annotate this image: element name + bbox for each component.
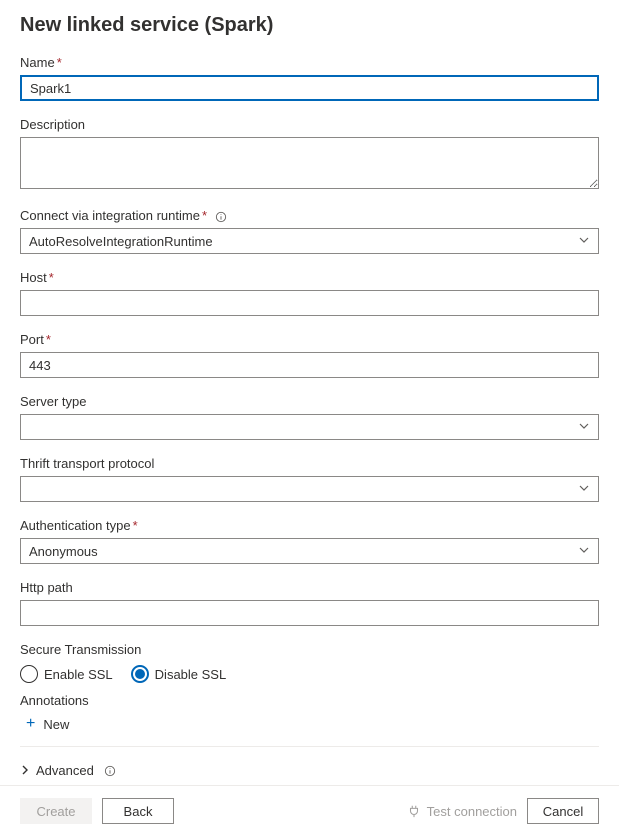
required-marker: * bbox=[133, 518, 138, 533]
port-label: Port* bbox=[20, 332, 599, 347]
back-button[interactable]: Back bbox=[102, 798, 174, 824]
cancel-button[interactable]: Cancel bbox=[527, 798, 599, 824]
required-marker: * bbox=[46, 332, 51, 347]
advanced-label: Advanced bbox=[36, 763, 94, 778]
authtype-select[interactable]: Anonymous bbox=[20, 538, 599, 564]
divider bbox=[20, 746, 599, 747]
chevron-down-icon bbox=[578, 234, 590, 249]
advanced-toggle[interactable]: Advanced bbox=[20, 763, 116, 778]
runtime-select-value: AutoResolveIntegrationRuntime bbox=[29, 234, 213, 249]
chevron-down-icon bbox=[578, 482, 590, 497]
port-label-text: Port bbox=[20, 332, 44, 347]
authtype-select-value: Anonymous bbox=[29, 544, 98, 559]
required-marker: * bbox=[49, 270, 54, 285]
create-button: Create bbox=[20, 798, 92, 824]
description-textarea[interactable] bbox=[20, 137, 599, 189]
radio-icon-selected bbox=[131, 665, 149, 683]
httppath-label: Http path bbox=[20, 580, 599, 595]
test-connection-label: Test connection bbox=[427, 804, 517, 819]
host-label-text: Host bbox=[20, 270, 47, 285]
info-icon[interactable] bbox=[215, 211, 227, 223]
httppath-input[interactable] bbox=[20, 600, 599, 626]
servertype-select[interactable] bbox=[20, 414, 599, 440]
authtype-label-text: Authentication type bbox=[20, 518, 131, 533]
servertype-label: Server type bbox=[20, 394, 599, 409]
name-label: Name* bbox=[20, 55, 599, 70]
footer: Create Back Test connection Cancel bbox=[0, 785, 619, 836]
add-annotation-text: New bbox=[43, 717, 69, 732]
required-marker: * bbox=[202, 208, 207, 223]
name-input[interactable] bbox=[20, 75, 599, 101]
secure-label: Secure Transmission bbox=[20, 642, 599, 657]
thrift-label: Thrift transport protocol bbox=[20, 456, 599, 471]
caret-right-icon bbox=[20, 763, 30, 778]
host-label: Host* bbox=[20, 270, 599, 285]
annotations-label: Annotations bbox=[20, 693, 599, 708]
runtime-label: Connect via integration runtime* bbox=[20, 208, 599, 223]
enable-ssl-label: Enable SSL bbox=[44, 667, 113, 682]
plug-icon bbox=[407, 804, 421, 818]
test-connection-button: Test connection bbox=[407, 804, 517, 819]
name-label-text: Name bbox=[20, 55, 55, 70]
info-icon[interactable] bbox=[104, 765, 116, 777]
thrift-select[interactable] bbox=[20, 476, 599, 502]
radio-icon bbox=[20, 665, 38, 683]
runtime-label-text: Connect via integration runtime bbox=[20, 208, 200, 223]
plus-icon: + bbox=[26, 716, 35, 732]
host-input[interactable] bbox=[20, 290, 599, 316]
enable-ssl-radio[interactable]: Enable SSL bbox=[20, 665, 113, 683]
authtype-label: Authentication type* bbox=[20, 518, 599, 533]
chevron-down-icon bbox=[578, 544, 590, 559]
runtime-select[interactable]: AutoResolveIntegrationRuntime bbox=[20, 228, 599, 254]
add-annotation-button[interactable]: + New bbox=[20, 714, 69, 740]
chevron-down-icon bbox=[578, 420, 590, 435]
port-input[interactable] bbox=[20, 352, 599, 378]
required-marker: * bbox=[57, 55, 62, 70]
page-title: New linked service (Spark) bbox=[20, 14, 599, 37]
disable-ssl-label: Disable SSL bbox=[155, 667, 227, 682]
disable-ssl-radio[interactable]: Disable SSL bbox=[131, 665, 227, 683]
description-label: Description bbox=[20, 117, 599, 132]
